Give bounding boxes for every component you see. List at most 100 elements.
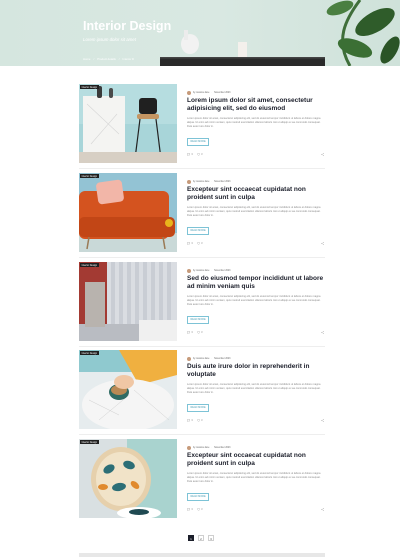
comment-count[interactable]: 3 [187,152,193,156]
post-author[interactable]: by Jessica Jane [193,270,209,272]
post-meta: by Jessica Jane · November 2023 [187,445,325,450]
page-2-button[interactable]: 2 [198,535,204,541]
blog-post-card: Interior Design by Jessica Jane · Novemb… [79,173,325,252]
avatar [187,268,191,273]
post-title[interactable]: Duis aute irure dolor in reprehenderit i… [187,363,325,380]
meta-separator: · [211,269,213,272]
post-footer: 3 3 [187,330,325,334]
heart-icon [196,241,200,245]
comment-icon [187,507,190,511]
avatar [187,356,191,361]
post-date: November 2023 [214,357,231,360]
post-content: by Jessica Jane · November 2023 Sed do e… [187,268,325,334]
post-thumbnail[interactable]: Interior Design [79,84,177,163]
comment-icon [187,418,190,422]
read-more-button[interactable]: READ MORE [187,226,210,235]
comment-icon [187,330,190,334]
post-excerpt: Lorem ipsum dolor sit amet, consectetur … [187,116,321,128]
read-more-button[interactable]: READ MORE [187,315,210,324]
post-footer: 3 3 [187,241,325,245]
like-count[interactable]: 3 [196,241,203,245]
meta-separator: · [211,446,213,449]
breadcrumb-item-current: Interior D [122,57,135,61]
post-image [79,173,177,252]
heart-icon [196,418,200,422]
like-count[interactable]: 3 [196,330,203,334]
page-3-button[interactable]: 3 [208,535,214,541]
post-excerpt: Lorem ipsum dolor sit amet, consectetur … [187,382,321,394]
meta-separator: · [211,180,213,183]
post-content: by Jessica Jane · November 2023 Excepteu… [187,445,325,511]
post-date: November 2023 [214,180,231,183]
category-badge[interactable]: Interior Design [80,85,99,90]
breadcrumb-item-product[interactable]: Product details [97,57,116,61]
like-count[interactable]: 3 [196,152,203,156]
post-thumbnail[interactable]: Interior Design [79,439,177,518]
share-icon[interactable] [321,330,324,334]
category-badge[interactable]: Interior Design [80,263,99,268]
post-excerpt: Lorem ipsum dolor sit amet, consectetur … [187,294,321,306]
post-divider [79,346,325,347]
blog-post-card: Interior Design by Jessica Jane · Novemb… [79,439,325,518]
page-title: Interior Design [83,19,172,33]
post-author[interactable]: by Jessica Jane [193,358,209,360]
breadcrumb: Home / Product details / Interior D [83,57,134,61]
post-excerpt: Lorem ipsum dolor sit amet, consectetur … [187,205,321,217]
read-more-button[interactable]: READ MORE [187,492,210,501]
post-title[interactable]: Lorem ipsum dolor sit amet, consectetur … [187,97,325,114]
avatar [187,179,191,184]
meta-separator: · [211,91,213,94]
post-footer: 3 3 [187,507,325,511]
post-date: November 2023 [214,446,231,449]
post-excerpt: Lorem ipsum dolor sit amet, consectetur … [187,471,321,483]
heart-icon [196,152,200,156]
page-1-button[interactable]: 1 [188,535,194,541]
hero-decor-image [160,0,400,66]
post-image [79,262,177,341]
like-count[interactable]: 3 [196,418,203,422]
post-thumbnail[interactable]: Interior Design [79,350,177,429]
post-title[interactable]: Sed do eiusmod tempor incididunt ut labo… [187,275,325,292]
post-author[interactable]: by Jessica Jane [193,92,209,94]
comment-count[interactable]: 3 [187,241,193,245]
breadcrumb-separator: / [93,57,95,61]
meta-separator: · [211,357,213,360]
post-thumbnail[interactable]: Interior Design [79,173,177,252]
post-divider [79,257,325,258]
breadcrumb-item-home[interactable]: Home [83,57,90,61]
post-date: November 2023 [214,91,231,94]
share-icon[interactable] [321,418,324,422]
read-more-button[interactable]: READ MORE [187,137,210,146]
category-badge[interactable]: Interior Design [80,174,99,179]
share-icon[interactable] [321,507,324,511]
share-icon[interactable] [321,241,324,245]
category-badge[interactable]: Interior Design [80,351,99,356]
comment-icon [187,152,190,156]
post-author[interactable]: by Jessica Jane [193,181,209,183]
post-image [79,84,177,163]
footer-edge [79,553,325,557]
post-content: by Jessica Jane · November 2023 Excepteu… [187,179,325,245]
post-title[interactable]: Excepteur sint occaecat cupidatat non pr… [187,452,325,469]
like-count[interactable]: 3 [196,507,203,511]
post-meta: by Jessica Jane · November 2023 [187,356,325,361]
pagination: 1 2 3 [188,535,214,541]
comment-count[interactable]: 3 [187,507,193,511]
post-thumbnail[interactable]: Interior Design [79,262,177,341]
comment-count[interactable]: 3 [187,330,193,334]
comment-count[interactable]: 3 [187,418,193,422]
post-footer: 3 3 [187,418,325,422]
category-badge[interactable]: Interior Design [80,440,99,445]
post-author[interactable]: by Jessica Jane [193,447,209,449]
breadcrumb-separator: / [118,57,120,61]
post-image [79,439,177,518]
share-icon[interactable] [321,152,324,156]
post-divider [79,168,325,169]
post-title[interactable]: Excepteur sint occaecat cupidatat non pr… [187,186,325,203]
post-divider [79,434,325,435]
page-hero: Interior Design Lorem ipsum dolor sit am… [0,0,400,66]
post-image [79,350,177,429]
post-content: by Jessica Jane · November 2023 Duis aut… [187,356,325,422]
read-more-button[interactable]: READ MORE [187,403,210,412]
post-date: November 2023 [214,269,231,272]
